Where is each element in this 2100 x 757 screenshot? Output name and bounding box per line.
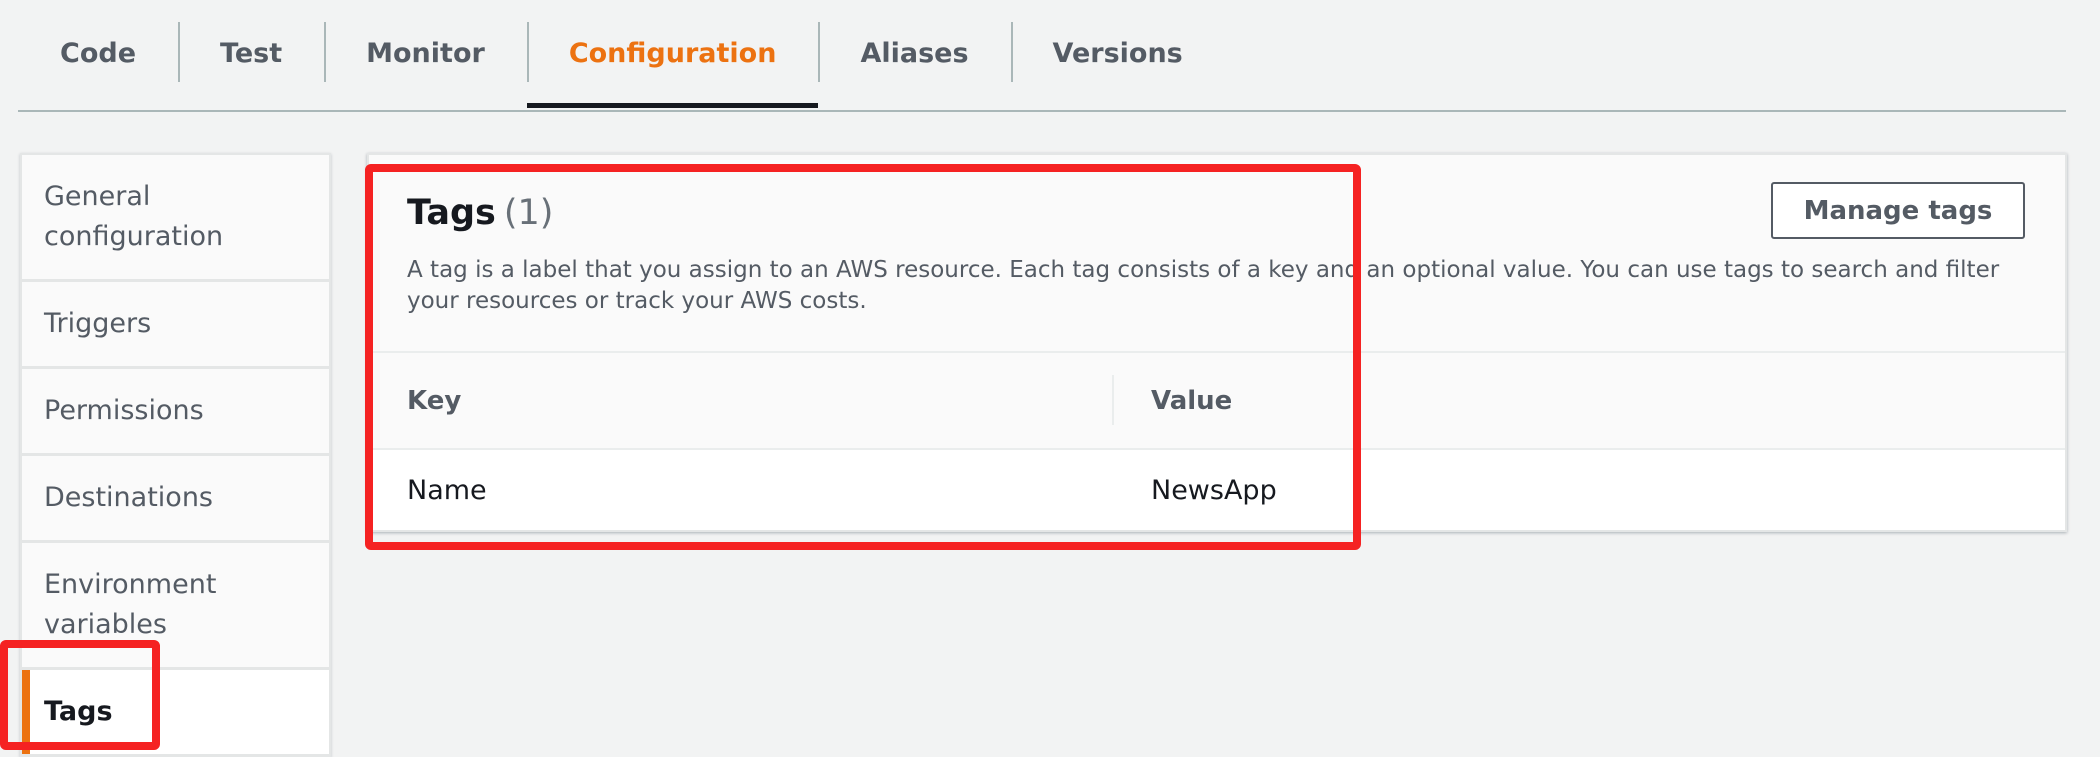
sidenav-item-label: Tags	[44, 696, 113, 727]
sidenav-item-label: Triggers	[44, 308, 152, 339]
tags-panel: Tags (1) A tag is a label that you assign…	[367, 153, 2067, 532]
tags-panel-header: Tags (1) A tag is a label that you assign…	[369, 155, 2065, 353]
sidenav-item-label: Permissions	[44, 395, 204, 426]
function-tabs: Code Test Monitor Configuration Aliases …	[18, 0, 2066, 112]
column-header-value[interactable]: Value	[1151, 353, 1232, 448]
tab-label: Versions	[1052, 37, 1183, 69]
tag-key-cell: Name	[407, 474, 487, 506]
tags-title-text: Tags	[407, 193, 496, 233]
tags-panel-title: Tags (1)	[407, 193, 553, 233]
table-row: Name NewsApp	[369, 450, 2065, 530]
manage-tags-button[interactable]: Manage tags	[1771, 182, 2025, 239]
tab-code[interactable]: Code	[18, 0, 178, 106]
sidenav-item-label: Destinations	[44, 482, 214, 513]
sidenav-item-destinations[interactable]: Destinations	[22, 456, 329, 543]
sidenav-item-tags[interactable]: Tags	[22, 670, 329, 757]
tab-label: Code	[60, 37, 137, 69]
tab-label: Monitor	[366, 37, 485, 69]
tags-count: (1)	[503, 193, 554, 233]
tab-label: Configuration	[568, 37, 777, 69]
sidenav-item-label: variables	[44, 609, 167, 640]
sidenav-item-label: Environment	[44, 569, 217, 600]
configuration-sidenav: General configuration Triggers Permissio…	[20, 153, 331, 757]
tags-description: A tag is a label that you assign to an A…	[407, 257, 2000, 314]
tab-aliases[interactable]: Aliases	[818, 0, 1010, 106]
tab-configuration[interactable]: Configuration	[526, 0, 819, 108]
tag-value-cell: NewsApp	[1151, 474, 1277, 506]
tab-label: Aliases	[860, 37, 969, 69]
tab-monitor[interactable]: Monitor	[324, 0, 527, 106]
sidenav-item-label: configuration	[44, 221, 224, 252]
column-header-key[interactable]: Key	[407, 353, 461, 448]
sidenav-item-triggers[interactable]: Triggers	[22, 282, 329, 369]
sidenav-item-permissions[interactable]: Permissions	[22, 369, 329, 456]
tab-versions[interactable]: Versions	[1010, 0, 1225, 106]
tags-table-header: Key Value	[369, 353, 2065, 450]
sidenav-item-environment-variables[interactable]: Environment variables	[22, 543, 329, 670]
tab-test[interactable]: Test	[178, 0, 324, 106]
column-divider[interactable]	[1112, 375, 1114, 425]
sidenav-item-general-configuration[interactable]: General configuration	[22, 155, 329, 282]
tab-label: Test	[220, 37, 283, 69]
sidenav-item-label: General	[44, 181, 151, 212]
